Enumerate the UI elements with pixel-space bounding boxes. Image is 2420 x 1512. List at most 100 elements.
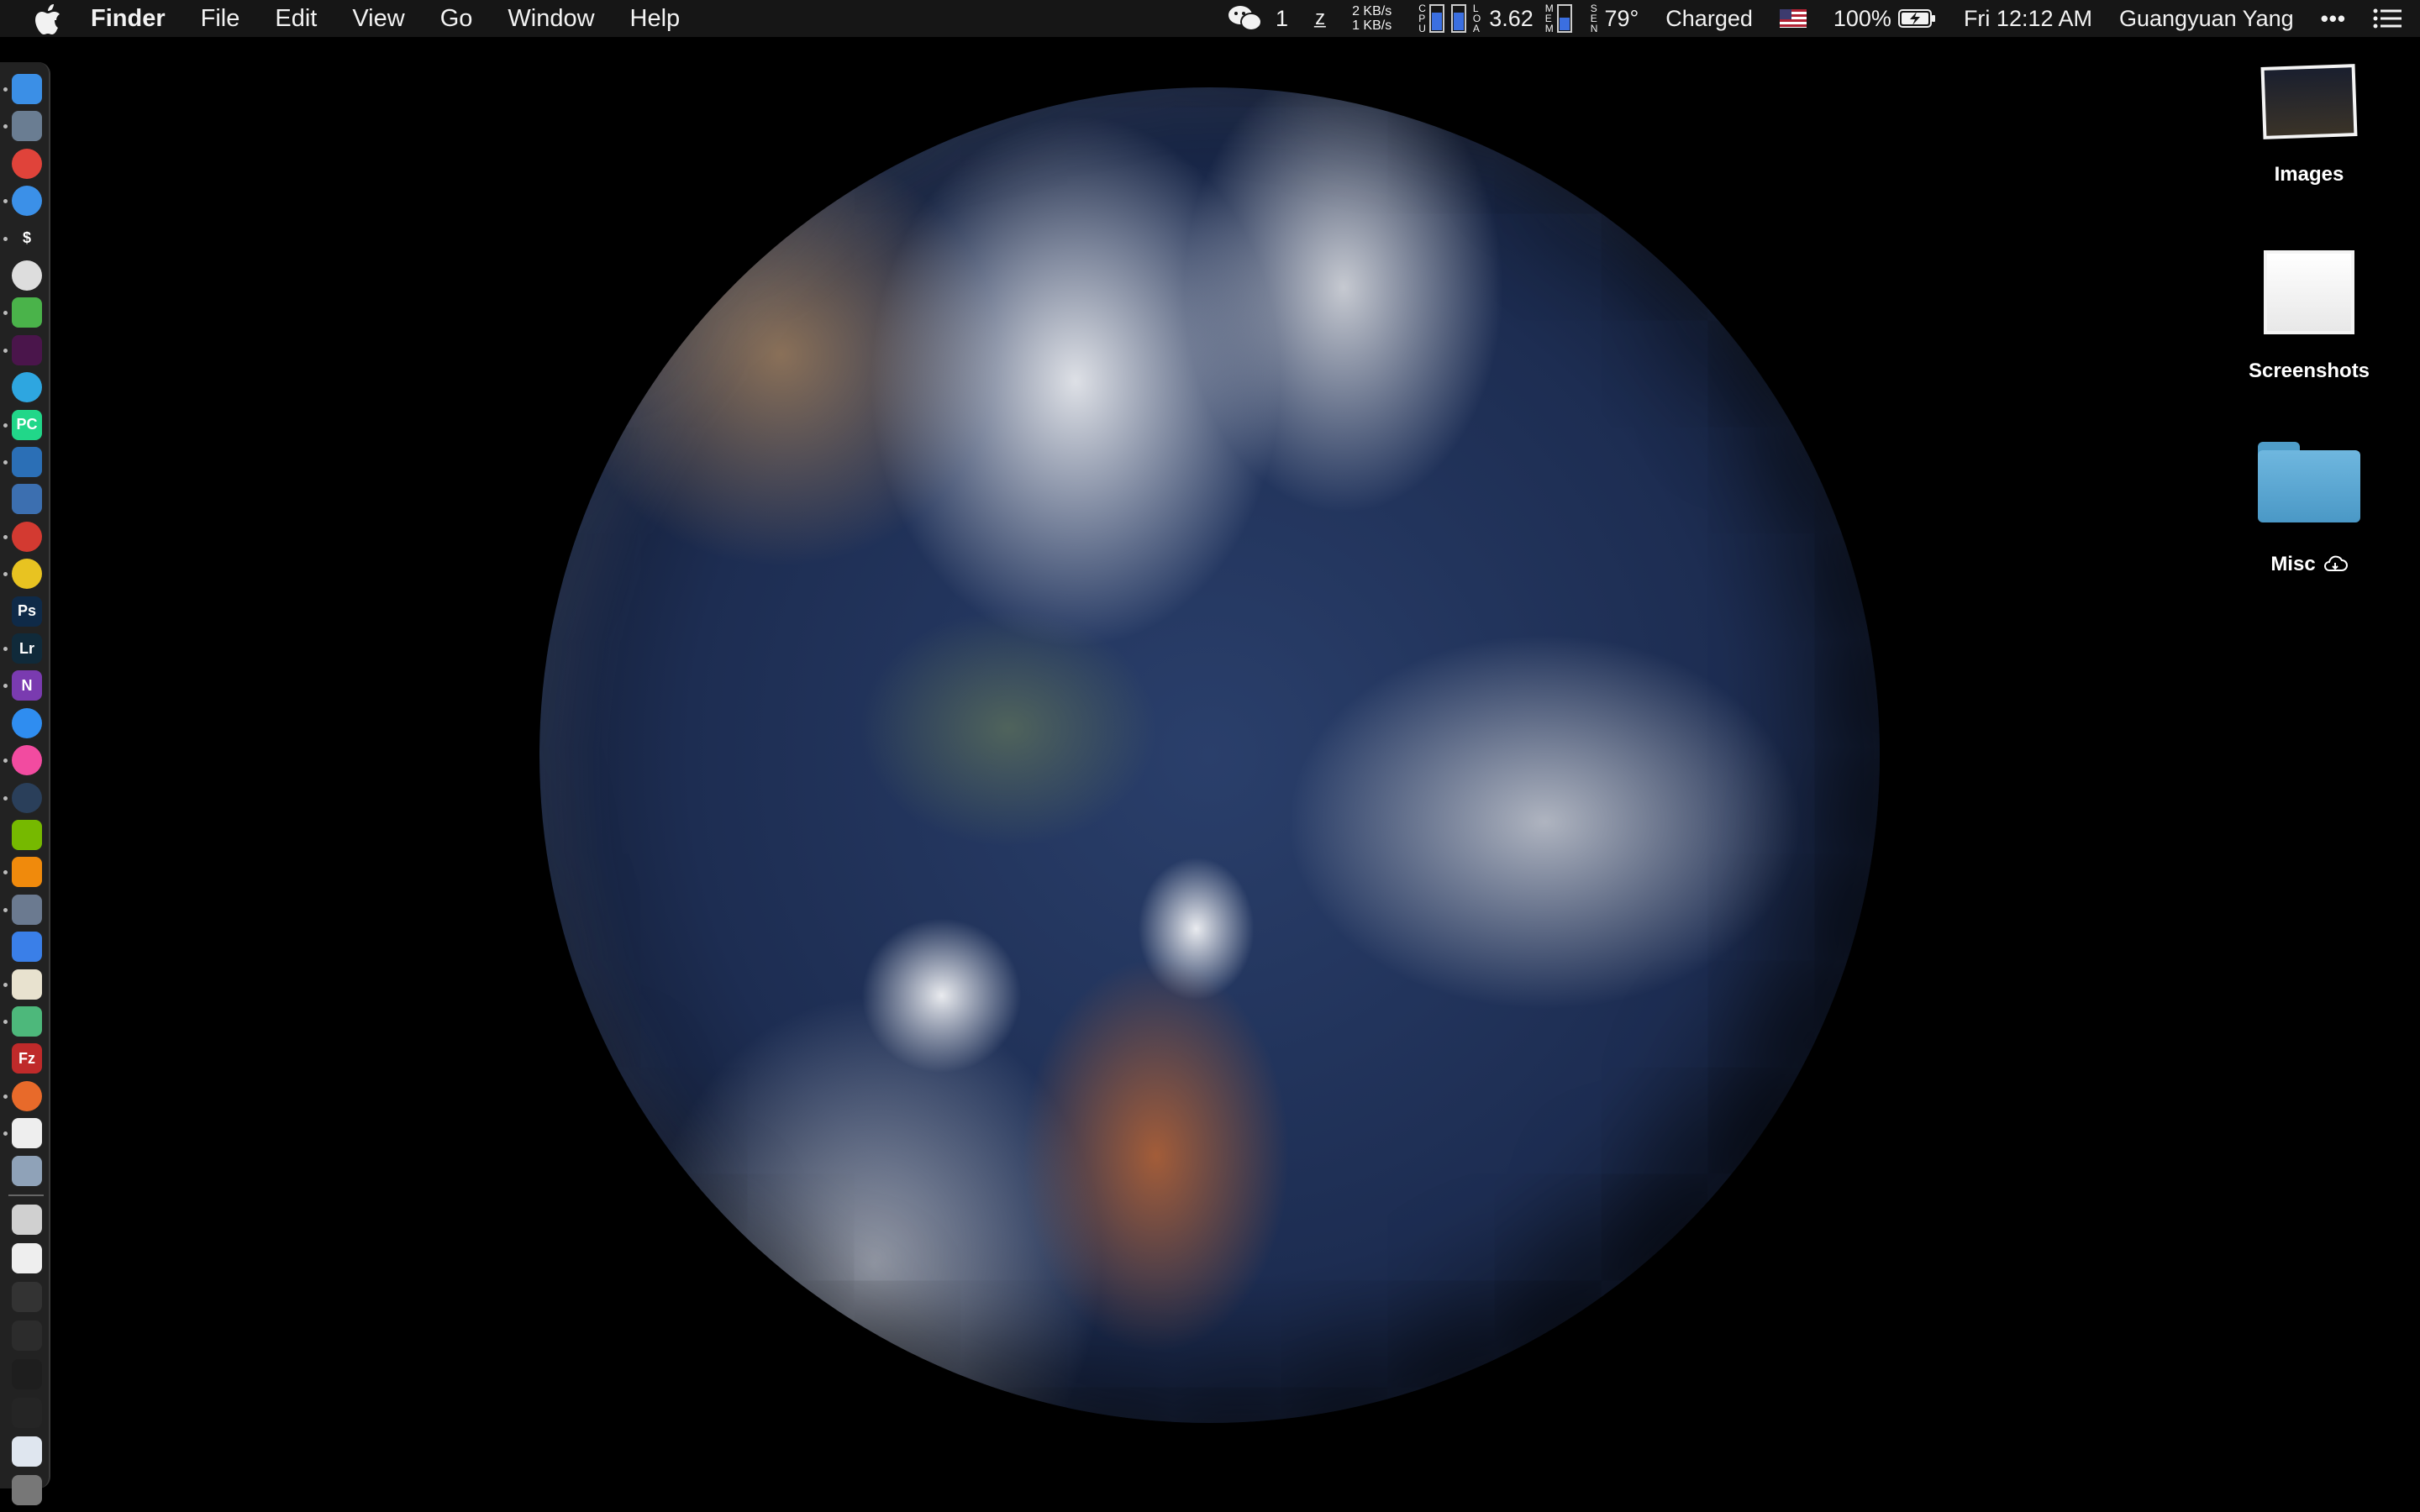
lightroom-icon[interactable]: Lr (12, 633, 42, 664)
cpu-bar-2 (1450, 4, 1466, 33)
chrome-icon[interactable] (12, 148, 42, 179)
baidu-netdisk-icon[interactable] (12, 932, 42, 963)
battery-status[interactable]: 100% (1833, 6, 1937, 32)
telegram-icon[interactable] (12, 372, 42, 403)
us-flag-icon (1779, 9, 1807, 28)
filezilla-icon[interactable]: Fz (12, 1043, 42, 1074)
steam-icon[interactable] (12, 782, 42, 813)
cpu-bar (1428, 4, 1444, 33)
running-indicator (3, 87, 8, 92)
sensor-temp[interactable]: S E N 79° (1591, 3, 1639, 34)
dock: $ PC Ps Lr N Fz (0, 62, 50, 1505)
netease-music-icon[interactable] (12, 521, 42, 552)
menu-bar: Finder File Edit View Go Window Help 1 z… (0, 0, 2420, 37)
network-speed[interactable]: 2 KB/s 1 KB/s (1352, 4, 1392, 33)
vscode-icon[interactable] (12, 447, 42, 477)
running-indicator (3, 1094, 8, 1099)
memory-meter[interactable]: M E M (1545, 3, 1579, 34)
automator-icon[interactable] (12, 894, 42, 925)
yellow-app-icon[interactable] (12, 559, 42, 590)
running-indicator (3, 647, 8, 651)
desktop-item-misc[interactable]: Misc (2217, 442, 2402, 576)
wechat-status[interactable]: 1 (1227, 4, 1288, 33)
wechat-icon[interactable] (12, 297, 42, 328)
maps-icon[interactable] (12, 1006, 42, 1037)
battery-percent: 100% (1833, 5, 1891, 31)
vlc-icon[interactable] (12, 857, 42, 888)
status-area: 1 z̲ 2 KB/s 1 KB/s C P U L O A 3.62 M E … (1227, 0, 2420, 37)
desktop-item-images[interactable]: Images (2217, 64, 2402, 186)
user-menu[interactable]: Guangyuan Yang (2119, 6, 2294, 32)
window-thumbnail-icon[interactable] (12, 1282, 42, 1312)
temperature: 79° (1604, 5, 1639, 31)
downloads-stack-icon[interactable] (12, 1436, 42, 1467)
sleep-status[interactable]: z̲ (1315, 7, 1325, 30)
running-indicator (3, 423, 8, 428)
menu-items: Finder File Edit View Go Window Help (91, 0, 715, 37)
desktop-item-label: Screenshots (2248, 360, 2370, 382)
preview-icon[interactable] (12, 969, 42, 1000)
running-indicator (3, 907, 8, 912)
slack-icon[interactable] (12, 334, 42, 365)
menu-window[interactable]: Window (508, 5, 594, 33)
running-indicator (3, 572, 8, 577)
list-icon (2373, 8, 2402, 29)
pycharm-icon[interactable]: PC (12, 409, 42, 440)
apple-icon[interactable] (34, 3, 62, 35)
power-status-text: Charged (1665, 5, 1753, 31)
onenote-icon[interactable]: N (12, 670, 42, 701)
running-indicator (3, 1020, 8, 1024)
launchpad-icon[interactable] (12, 111, 42, 142)
desktop-item-screenshots[interactable]: Screenshots (2217, 250, 2402, 383)
input-source[interactable] (1779, 9, 1807, 28)
qq-icon[interactable] (12, 260, 42, 291)
firefox-icon[interactable] (12, 1080, 42, 1111)
image-capture-icon[interactable] (12, 1155, 42, 1186)
user-name: Guangyuan Yang (2119, 5, 2294, 31)
virtualbox-icon[interactable] (12, 484, 42, 515)
safari-icon[interactable] (12, 186, 42, 217)
power-status[interactable]: Charged (1665, 6, 1753, 32)
window-thumbnail-icon[interactable] (12, 1398, 42, 1428)
running-indicator (3, 460, 8, 465)
running-indicator (3, 348, 8, 353)
finder-icon[interactable] (12, 74, 42, 104)
terminal-icon[interactable]: $ (12, 223, 42, 254)
more-icon: ••• (2320, 5, 2346, 31)
nvidia-icon[interactable] (12, 820, 42, 850)
images-thumbnail-icon (2260, 64, 2358, 139)
menu-app-name[interactable]: Finder (91, 5, 166, 33)
menu-edit[interactable]: Edit (275, 5, 317, 33)
menu-go[interactable]: Go (440, 5, 473, 33)
dock-separator (8, 1194, 44, 1196)
wechat-icon (1228, 6, 1263, 31)
menu-file[interactable]: File (201, 5, 240, 33)
window-thumbnail-icon[interactable] (12, 1359, 42, 1389)
notification-center[interactable] (2373, 8, 2402, 29)
running-indicator (3, 684, 8, 689)
datetime: Fri 12:12 AM (1963, 5, 2092, 31)
load-label-a: A (1472, 23, 1480, 34)
more-menu[interactable]: ••• (2321, 6, 2346, 32)
window-thumbnail-icon[interactable] (12, 1320, 42, 1351)
mem-label-m2: M (1544, 23, 1554, 34)
menu-view[interactable]: View (352, 5, 404, 33)
running-indicator (3, 236, 8, 241)
clock[interactable]: Fri 12:12 AM (1964, 6, 2092, 32)
load-value: 3.62 (1489, 5, 1534, 31)
battery-charging-icon (1897, 9, 1935, 28)
running-indicator (3, 124, 8, 129)
window-thumbnail-icon[interactable] (12, 1243, 42, 1273)
photoshop-icon[interactable]: Ps (12, 596, 42, 627)
textedit-icon[interactable] (12, 1118, 42, 1149)
cpu-meter[interactable]: C P U L O A 3.62 (1418, 3, 1534, 34)
desktop-item-label: Images (2274, 163, 2344, 186)
earth-wallpaper (539, 87, 1880, 1423)
app-store-icon[interactable] (12, 707, 42, 738)
trash-icon[interactable] (12, 1475, 42, 1505)
screenshots-thumbnail-icon (2264, 250, 2354, 334)
running-indicator (3, 870, 8, 875)
printer-icon[interactable] (12, 1205, 42, 1235)
menu-help[interactable]: Help (630, 5, 681, 33)
itunes-icon[interactable] (12, 745, 42, 776)
